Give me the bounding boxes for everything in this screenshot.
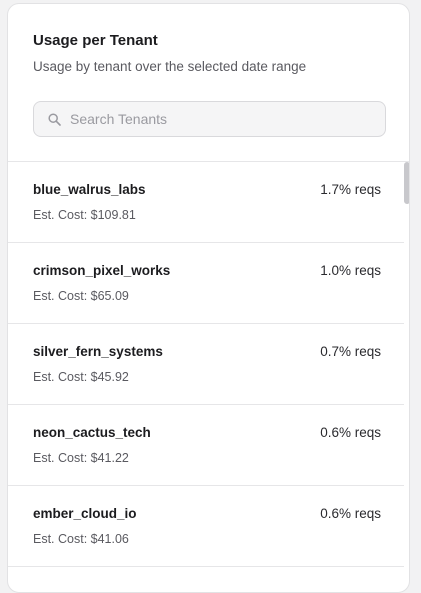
tenant-request-share: 1.0% reqs [320,263,381,278]
tenant-row[interactable]: neon_cactus_tech 0.6% reqs Est. Cost: $4… [8,405,404,486]
tenant-request-share: 1.7% reqs [320,182,381,197]
card-title: Usage per Tenant [33,32,158,49]
tenant-est-cost: Est. Cost: $65.09 [33,289,129,303]
tenant-name: blue_walrus_labs [33,182,146,197]
tenant-est-cost: Est. Cost: $109.81 [33,208,136,222]
tenant-name: ember_cloud_io [33,506,137,521]
tenant-request-share: 0.6% reqs [320,425,381,440]
tenant-list[interactable]: blue_walrus_labs 1.7% reqs Est. Cost: $1… [8,162,404,592]
tenant-est-cost: Est. Cost: $41.06 [33,532,129,546]
tenant-row[interactable]: ember_cloud_io 0.6% reqs Est. Cost: $41.… [8,486,404,567]
search-input[interactable] [70,102,370,136]
tenant-row[interactable]: blue_walrus_labs 1.7% reqs Est. Cost: $1… [8,162,404,243]
tenant-request-share: 0.7% reqs [320,344,381,359]
tenant-name: neon_cactus_tech [33,425,151,440]
scrollbar-thumb[interactable] [404,162,409,204]
search-icon [48,113,61,126]
card-subtitle: Usage by tenant over the selected date r… [33,59,307,74]
tenant-est-cost: Est. Cost: $45.92 [33,370,129,384]
usage-per-tenant-card: Usage per Tenant Usage by tenant over th… [7,3,410,593]
tenant-row[interactable]: crimson_pixel_works 1.0% reqs Est. Cost:… [8,243,404,324]
tenant-request-share: 0.6% reqs [320,506,381,521]
tenant-name: silver_fern_systems [33,344,163,359]
search-box[interactable] [33,101,386,137]
tenant-est-cost: Est. Cost: $41.22 [33,451,129,465]
tenant-name: crimson_pixel_works [33,263,171,278]
tenant-row[interactable]: silver_fern_systems 0.7% reqs Est. Cost:… [8,324,404,405]
